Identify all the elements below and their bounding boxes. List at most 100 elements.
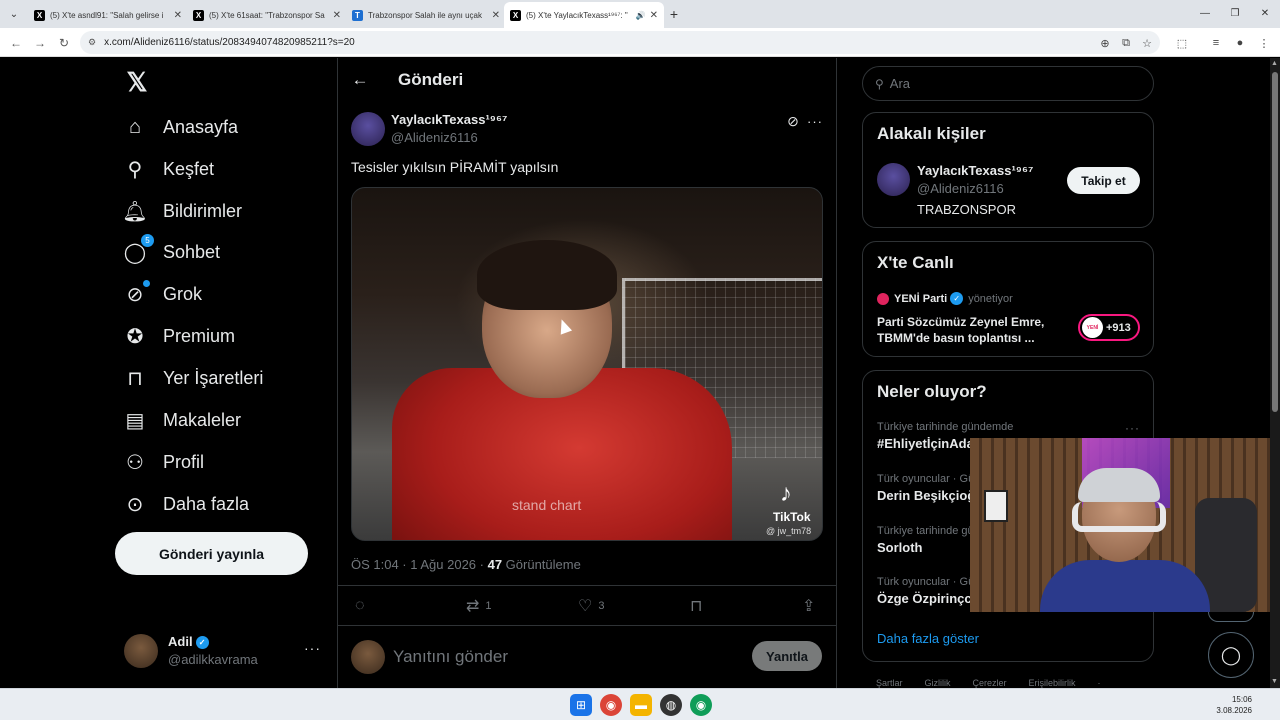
clock[interactable]: 15:06 3.08.2026 xyxy=(1214,694,1252,716)
sidebar-item-grok[interactable]: ⊘ Grok xyxy=(122,276,202,312)
more-options-icon[interactable]: ··· xyxy=(1125,421,1140,435)
share-action[interactable]: ⇪ xyxy=(802,596,815,616)
relevant-bio: TRABZONSPOR xyxy=(917,202,1016,217)
trend-name[interactable]: Sorloth xyxy=(877,540,923,555)
webcam-body xyxy=(1040,560,1210,612)
scroll-down-icon[interactable]: ▼ xyxy=(1271,678,1278,685)
extensions-icon[interactable]: ⬚ xyxy=(1172,33,1192,53)
footer-link[interactable]: Erişilebilirlik xyxy=(1029,678,1076,688)
speaker-icon[interactable]: 🔊 xyxy=(636,11,646,20)
menu-icon[interactable]: ⋮ xyxy=(1254,33,1274,53)
footer-link[interactable]: Gizlilik xyxy=(925,678,951,688)
live-host[interactable]: YENİ Parti ✓ yönetiyor xyxy=(877,292,1013,305)
like-action[interactable]: ♡ 3 xyxy=(578,596,604,616)
close-icon[interactable]: ✕ xyxy=(492,10,500,21)
footer-link[interactable]: Şartlar xyxy=(876,678,903,688)
folder-icon[interactable]: ▬ xyxy=(630,694,652,716)
sidebar-item-premium[interactable]: ✪ Premium xyxy=(122,318,235,354)
search-placeholder: Ara xyxy=(889,76,911,91)
sidebar-item-home[interactable]: ⌂ Anasayfa xyxy=(122,109,238,145)
sidebar-item-bookmarks[interactable]: ⊓ Yer İşaretleri xyxy=(122,360,263,396)
new-tab-button[interactable]: + xyxy=(664,4,684,24)
reply-input[interactable]: Yanıtını gönder xyxy=(393,647,508,667)
search-input[interactable]: ⚲ Ara xyxy=(862,66,1154,101)
reload-button[interactable]: ↻ xyxy=(54,33,74,53)
browser-tab-active[interactable]: X (5) X'te YaylacıkTexass¹⁹⁶⁷: " 🔊 ✕ xyxy=(504,2,664,28)
x-favicon-icon: X xyxy=(510,9,521,21)
tweet-author-avatar[interactable] xyxy=(351,112,385,146)
sidebar-item-chat[interactable]: ◯ 5 Sohbet xyxy=(122,234,220,270)
scrollbar[interactable]: ▲ ▼ xyxy=(1270,58,1280,688)
browser-tab[interactable]: X (5) X'te asndl91: "Salah gelirse i ✕ xyxy=(28,2,188,28)
follow-button[interactable]: Takip et xyxy=(1067,167,1140,194)
close-icon[interactable]: ✕ xyxy=(650,10,658,21)
tab-list-button[interactable]: ⌄ xyxy=(4,4,24,24)
trend-name[interactable]: #EhliyetİçinAda xyxy=(877,436,974,451)
trend-context: Türk oyuncular · Gü xyxy=(877,576,975,588)
show-more-link[interactable]: Daha fazla göster xyxy=(877,631,979,646)
tweet-author-handle[interactable]: @Alideniz6116 xyxy=(391,130,478,145)
tweet-video[interactable]: stand chart ♪ TikTok @ jw_tm78 xyxy=(351,187,823,541)
tweet-meta: ÖS 1:04 · 1 Ağu 2026 · 47 Görüntüleme xyxy=(351,557,581,572)
zoom-icon[interactable]: ⊕ xyxy=(1095,33,1115,53)
chrome-icon[interactable]: ◉ xyxy=(690,694,712,716)
live-avatar: YENİ xyxy=(1082,317,1103,338)
x-logo-icon[interactable]: 𝕏 xyxy=(123,67,151,97)
search-icon: ⚲ xyxy=(875,76,884,91)
trend-name[interactable]: Derin Beşikçioğ xyxy=(877,488,975,503)
post-button[interactable]: Gönderi yayınla xyxy=(115,532,308,575)
divider xyxy=(338,585,837,586)
browser-tab[interactable]: T Trabzonspor Salah ile aynı uçak ✕ xyxy=(346,2,506,28)
scrollbar-thumb[interactable] xyxy=(1272,72,1278,412)
install-app-icon[interactable]: ⧉ xyxy=(1116,33,1136,53)
chrome-icon[interactable]: ◉ xyxy=(600,694,622,716)
scroll-up-icon[interactable]: ▲ xyxy=(1271,60,1278,67)
media-control-icon[interactable]: ≡ xyxy=(1206,33,1226,53)
reply-action[interactable]: ◌ xyxy=(355,596,365,616)
floating-button-edge xyxy=(1208,612,1254,622)
bookmark-action[interactable]: ⊓ xyxy=(690,596,702,616)
relevant-people-panel: Alakalı kişiler YaylacıkTexass¹⁹⁶⁷ @Alid… xyxy=(862,112,1154,228)
like-count: 3 xyxy=(598,600,605,612)
star-icon[interactable]: ☆ xyxy=(1137,33,1157,53)
reply-button[interactable]: Yanıtla xyxy=(752,641,822,671)
sidebar-item-profile[interactable]: ⚇ Profil xyxy=(122,444,204,480)
sidebar-item-notifications[interactable]: 🔔︎ Bildirimler xyxy=(122,193,242,229)
windows-start-icon[interactable]: ⊞ xyxy=(570,694,592,716)
relevant-name[interactable]: YaylacıkTexass¹⁹⁶⁷ xyxy=(917,163,1033,178)
profile-avatar-icon[interactable]: ● xyxy=(1230,33,1250,53)
site-info-icon[interactable]: ⚙ xyxy=(88,37,96,48)
clock-date: 3.08.2026 xyxy=(1216,706,1252,715)
panel-title: Neler oluyor? xyxy=(877,382,987,401)
messages-fab[interactable]: ◯ xyxy=(1208,632,1254,678)
minimize-button[interactable]: — xyxy=(1190,4,1220,22)
more-options-icon[interactable]: ··· xyxy=(304,640,321,656)
tweet-time[interactable]: ÖS 1:04 · 1 Ağu 2026 · xyxy=(351,557,488,572)
retweet-count: 1 xyxy=(485,600,492,612)
address-bar[interactable]: ⚙ x.com/Alideniz6116/status/208349407482… xyxy=(80,31,1160,54)
avatar[interactable] xyxy=(877,163,910,196)
grok-explain-icon[interactable]: ⊘ xyxy=(784,112,802,130)
obs-icon[interactable]: ◍ xyxy=(660,694,682,716)
tweet-author-name[interactable]: YaylacıkTexass¹⁹⁶⁷ xyxy=(391,112,507,127)
panel-title: Alakalı kişiler xyxy=(877,124,986,143)
browser-tab[interactable]: X (5) X'te 61saat: "Trabzonspor Sa ✕ xyxy=(187,2,347,28)
tweet-more-icon[interactable]: ··· xyxy=(806,112,824,130)
account-switcher[interactable]: Adil ✓ @adilkkavrama ··· xyxy=(124,632,324,672)
back-arrow-icon[interactable]: ← xyxy=(350,70,370,90)
trend-name[interactable]: Özge Özpirinçci xyxy=(877,591,975,606)
forward-button[interactable]: → xyxy=(30,33,50,53)
webcam-jersey-frame xyxy=(984,490,1008,522)
footer-link[interactable]: Çerezler xyxy=(973,678,1007,688)
live-title[interactable]: Parti Sözcümüz Zeynel Emre, TBMM'de bası… xyxy=(877,314,1067,346)
sidebar-item-more[interactable]: ⊙ Daha fazla xyxy=(122,486,249,522)
retweet-action[interactable]: ⇄ 1 xyxy=(466,596,492,616)
sidebar-item-explore[interactable]: ⚲ Keşfet xyxy=(122,151,214,187)
restore-button[interactable]: ❐ xyxy=(1220,4,1250,22)
close-icon[interactable]: ✕ xyxy=(174,10,182,21)
sidebar-item-articles[interactable]: ▤ Makaleler xyxy=(122,402,241,438)
close-icon[interactable]: ✕ xyxy=(333,10,341,21)
window-close-button[interactable]: ✕ xyxy=(1250,4,1280,22)
back-button[interactable]: ← xyxy=(6,33,26,53)
live-listeners-pill[interactable]: YENİ +913 xyxy=(1078,314,1140,341)
